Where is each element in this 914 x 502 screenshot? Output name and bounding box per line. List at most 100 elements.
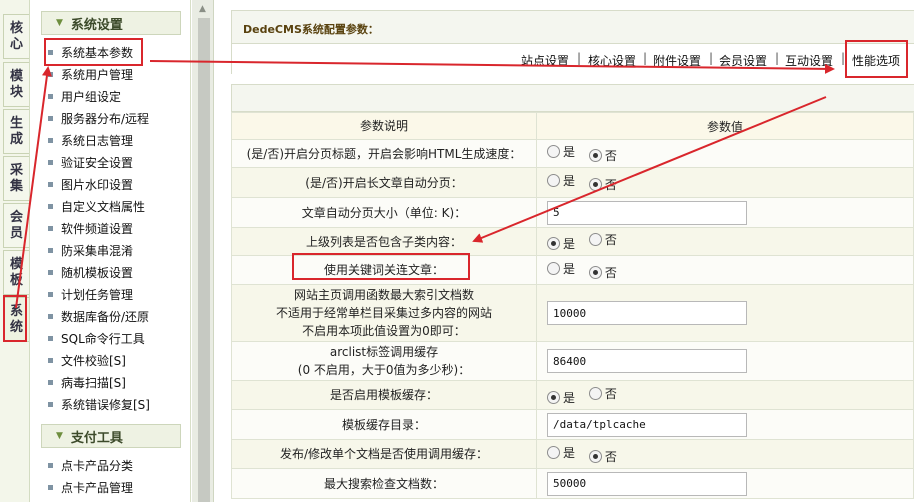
bullet-icon [48, 379, 53, 385]
vtab-collect[interactable]: 采集 [3, 156, 29, 201]
tab-separator: | [709, 51, 714, 65]
row-label: 使用关键词关连文章： [231, 255, 537, 285]
bullet-icon [48, 49, 53, 55]
scrollbar-thumb[interactable] [198, 18, 210, 502]
radio-circle-checked-icon [588, 178, 602, 191]
template-cache-dir-input[interactable]: /data/tplcache [547, 412, 747, 437]
menu-item-user-group[interactable]: 用户组设定 [48, 86, 121, 106]
tab-attachment-settings[interactable]: 附件设置 [653, 52, 701, 69]
tab-interaction-settings[interactable]: 互动设置 [785, 52, 833, 69]
bullet-icon [48, 357, 53, 363]
radio-no-label: 否 [604, 386, 617, 401]
radio-no-label: 否 [604, 149, 617, 163]
vtab-module-char-1: 模 [9, 68, 23, 84]
menu-item-error-repair[interactable]: 系统错误修复[S] [48, 394, 150, 414]
settings-tab-bar: 站点设置 | 核心设置 | 附件设置 | 会员设置 | 互动设置 | 性能选项 [231, 44, 914, 74]
menu-item-db-backup[interactable]: 数据库备份/还原 [48, 306, 149, 326]
menu-item-sql-tool[interactable]: SQL命令行工具 [48, 328, 145, 348]
menu-item-user-admin[interactable]: 系统用户管理 [48, 64, 133, 84]
section-payment-tools[interactable]: ▼ 支付工具 [41, 424, 181, 448]
menu-item-basic-params[interactable]: 系统基本参数 [48, 42, 133, 62]
tab-core-settings[interactable]: 核心设置 [588, 52, 636, 69]
menu-item-security[interactable]: 验证安全设置 [48, 152, 133, 172]
menu-item-watermark[interactable]: 图片水印设置 [48, 174, 133, 194]
tab-performance-options[interactable]: 性能选项 [852, 52, 900, 69]
section-system-settings[interactable]: ▼ 系统设置 [41, 11, 181, 35]
vtab-core[interactable]: 核心 [3, 14, 29, 59]
table-row: 最大搜索检查文档数： 50000 [231, 468, 914, 499]
row-value: 是 否 [536, 380, 914, 410]
menu-item-label: 文件校验[S] [61, 353, 126, 368]
table-header-row: 参数说明 参数值 [231, 112, 914, 140]
max-search-docs-input[interactable]: 50000 [547, 471, 747, 496]
menu-item-card-manage[interactable]: 点卡产品管理 [48, 477, 133, 497]
row-label: 模板缓存目录： [231, 409, 537, 440]
radio-no[interactable]: 否 [588, 264, 617, 281]
row-label: 网站主页调用函数最大索引文档数 不适用于经常单栏目采集过多内容的网站 不启用本项… [231, 284, 537, 342]
menu-item-virus-scan[interactable]: 病毒扫描[S] [48, 372, 126, 392]
radio-yes[interactable]: 是 [547, 235, 575, 252]
menu-item-file-check[interactable]: 文件校验[S] [48, 350, 126, 370]
max-index-docs-input[interactable]: 10000 [547, 301, 747, 325]
radio-circle-icon [547, 261, 560, 275]
tab-site-settings[interactable]: 站点设置 [521, 52, 569, 69]
radio-circle-checked-icon [547, 390, 560, 404]
radio-no[interactable]: 否 [588, 176, 617, 193]
radio-no[interactable]: 否 [588, 147, 617, 164]
bullet-icon [48, 335, 53, 341]
column-header-value: 参数值 [536, 112, 914, 140]
radio-no[interactable]: 否 [588, 385, 617, 402]
arclist-cache-input[interactable]: 86400 [547, 349, 747, 373]
menu-item-label: 点卡产品分类 [61, 458, 134, 473]
radio-yes[interactable]: 是 [547, 444, 575, 461]
menu-item-label: 服务器分布/远程 [61, 111, 150, 126]
page-size-input[interactable]: 5 [547, 200, 747, 225]
radio-no-label: 否 [604, 233, 617, 247]
table-row: 上级列表是否包含子类内容： 是 否 [231, 227, 914, 256]
vtab-collect-char-1: 采 [9, 162, 23, 178]
radio-yes-label: 是 [563, 261, 576, 276]
menu-item-anti-collect[interactable]: 防采集串混淆 [48, 240, 133, 260]
radio-no[interactable]: 否 [588, 448, 617, 465]
row-value: 10000 [536, 284, 914, 342]
radio-circle-icon [588, 386, 602, 400]
radio-yes[interactable]: 是 [547, 172, 575, 189]
radio-yes[interactable]: 是 [547, 143, 575, 160]
vtab-template[interactable]: 模板 [3, 250, 29, 295]
vtab-member-char-2: 员 [9, 225, 23, 241]
vtab-generate[interactable]: 生成 [3, 109, 29, 154]
row-label: 上级列表是否包含子类内容： [231, 227, 537, 256]
menu-item-server-remote[interactable]: 服务器分布/远程 [48, 108, 149, 128]
tab-member-settings[interactable]: 会员设置 [719, 52, 767, 69]
vtab-member-char-1: 会 [9, 209, 23, 225]
bullet-icon [48, 115, 53, 121]
radio-yes-label: 是 [563, 174, 576, 188]
radio-no-label: 否 [604, 265, 617, 280]
radio-yes-label: 是 [563, 145, 576, 159]
radio-yes[interactable]: 是 [547, 260, 575, 277]
menu-item-custom-attr[interactable]: 自定义文档属性 [48, 196, 145, 216]
vtab-system[interactable]: 系统 [3, 297, 29, 342]
vtab-member[interactable]: 会员 [3, 203, 29, 248]
radio-circle-icon [547, 174, 560, 187]
menu-item-card-category[interactable]: 点卡产品分类 [48, 455, 133, 475]
bullet-icon [48, 137, 53, 143]
radio-circle-icon [588, 233, 602, 246]
row-value: 86400 [536, 341, 914, 381]
triangle-down-icon: ▼ [56, 18, 63, 28]
menu-item-label: 防采集串混淆 [61, 243, 134, 258]
tab-separator: | [775, 51, 780, 65]
bullet-icon [48, 484, 53, 490]
table-row: 发布/修改单个文档是否使用调用缓存： 是 否 [231, 439, 914, 469]
scroll-up-arrow-icon[interactable]: ▲ [199, 4, 206, 14]
row-value: 是 否 [536, 255, 914, 285]
menu-item-label: 系统用户管理 [61, 67, 134, 82]
vtab-module[interactable]: 模块 [3, 62, 29, 107]
menu-item-software-channel[interactable]: 软件频道设置 [48, 218, 133, 238]
menu-item-scheduled-tasks[interactable]: 计划任务管理 [48, 284, 133, 304]
radio-yes[interactable]: 是 [547, 389, 575, 406]
menu-item-system-log[interactable]: 系统日志管理 [48, 130, 133, 150]
menu-item-random-template[interactable]: 随机模板设置 [48, 262, 133, 282]
radio-no[interactable]: 否 [588, 231, 617, 248]
column-header-description: 参数说明 [231, 112, 537, 140]
